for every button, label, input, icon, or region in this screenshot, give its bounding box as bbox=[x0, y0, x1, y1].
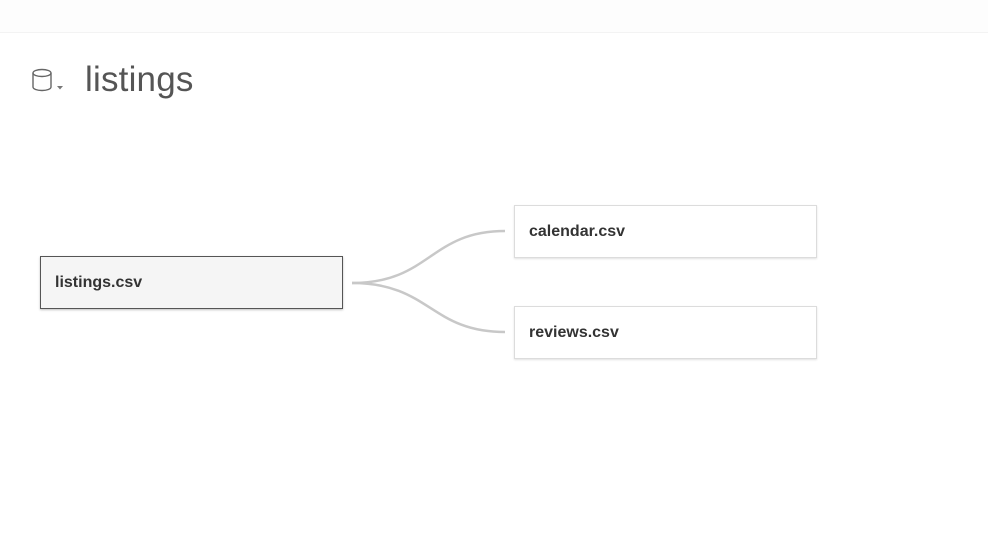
caret-down-icon[interactable] bbox=[56, 78, 64, 90]
page-title[interactable]: listings bbox=[85, 60, 194, 100]
database-icon[interactable] bbox=[31, 68, 53, 92]
top-toolbar-strip bbox=[0, 0, 988, 33]
connector-listings-calendar bbox=[351, 229, 506, 285]
data-source-header: listings bbox=[31, 58, 194, 102]
data-source-canvas: listings listings.csv calendar.csv revie… bbox=[0, 0, 988, 552]
table-label: listings.csv bbox=[55, 273, 143, 291]
table-listings[interactable]: listings.csv bbox=[40, 256, 343, 309]
connector-listings-reviews bbox=[351, 281, 506, 334]
table-label: reviews.csv bbox=[529, 323, 619, 341]
table-label: calendar.csv bbox=[529, 222, 626, 240]
table-reviews[interactable]: reviews.csv bbox=[514, 306, 817, 359]
table-calendar[interactable]: calendar.csv bbox=[514, 205, 817, 258]
